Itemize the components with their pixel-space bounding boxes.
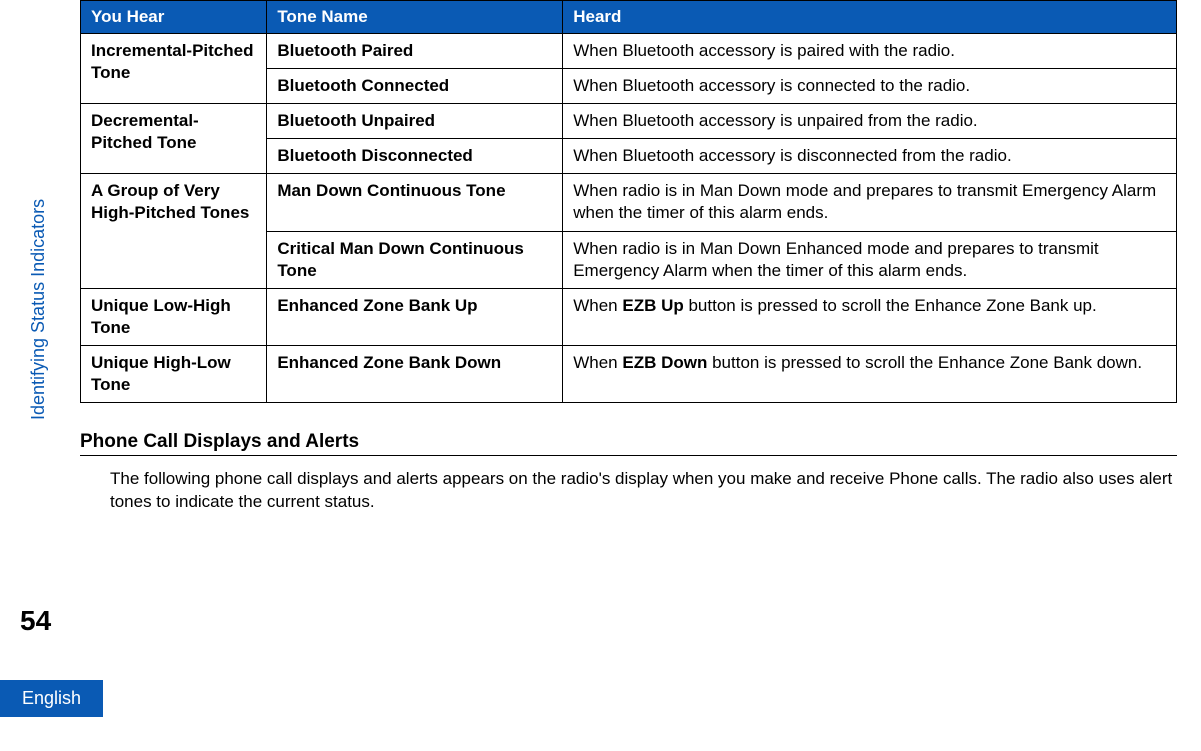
cell-tone-name: Bluetooth Connected (267, 69, 563, 104)
cell-heard: When EZB Up button is pressed to scroll … (563, 288, 1177, 345)
cell-tone-name: Bluetooth Disconnected (267, 139, 563, 174)
cell-you-hear: Decremental-Pitched Tone (81, 104, 267, 174)
cell-tone-name: Enhanced Zone Bank Up (267, 288, 563, 345)
cell-heard: When radio is in Man Down mode and prepa… (563, 174, 1177, 231)
cell-heard: When Bluetooth accessory is connected to… (563, 69, 1177, 104)
cell-you-hear: A Group of Very High-Pitched Tones (81, 174, 267, 288)
col-tone-name: Tone Name (267, 1, 563, 34)
table-row: Unique High-Low Tone Enhanced Zone Bank … (81, 345, 1177, 402)
page-content: You Hear Tone Name Heard Incremental-Pit… (80, 0, 1177, 514)
table-row: A Group of Very High-Pitched Tones Man D… (81, 174, 1177, 231)
cell-heard: When radio is in Man Down Enhanced mode … (563, 231, 1177, 288)
language-tab: English (0, 680, 103, 717)
table-row: Incremental-Pitched Tone Bluetooth Paire… (81, 34, 1177, 69)
table-row: Decremental-Pitched Tone Bluetooth Unpai… (81, 104, 1177, 139)
side-section-label: Identifying Status Indicators (28, 199, 49, 420)
tones-table: You Hear Tone Name Heard Incremental-Pit… (80, 0, 1177, 403)
cell-heard: When Bluetooth accessory is disconnected… (563, 139, 1177, 174)
table-header-row: You Hear Tone Name Heard (81, 1, 1177, 34)
col-you-hear: You Hear (81, 1, 267, 34)
cell-you-hear: Incremental-Pitched Tone (81, 34, 267, 104)
cell-you-hear: Unique Low-High Tone (81, 288, 267, 345)
col-heard: Heard (563, 1, 1177, 34)
cell-heard: When Bluetooth accessory is unpaired fro… (563, 104, 1177, 139)
cell-tone-name: Bluetooth Paired (267, 34, 563, 69)
page-number: 54 (20, 605, 51, 637)
cell-tone-name: Bluetooth Unpaired (267, 104, 563, 139)
table-row: Unique Low-High Tone Enhanced Zone Bank … (81, 288, 1177, 345)
cell-tone-name: Enhanced Zone Bank Down (267, 345, 563, 402)
cell-heard: When Bluetooth accessory is paired with … (563, 34, 1177, 69)
cell-heard: When EZB Down button is pressed to scrol… (563, 345, 1177, 402)
section-body: The following phone call displays and al… (80, 468, 1177, 514)
cell-you-hear: Unique High-Low Tone (81, 345, 267, 402)
cell-tone-name: Man Down Continuous Tone (267, 174, 563, 231)
section-title: Phone Call Displays and Alerts (80, 431, 1177, 456)
cell-tone-name: Critical Man Down Continuous Tone (267, 231, 563, 288)
